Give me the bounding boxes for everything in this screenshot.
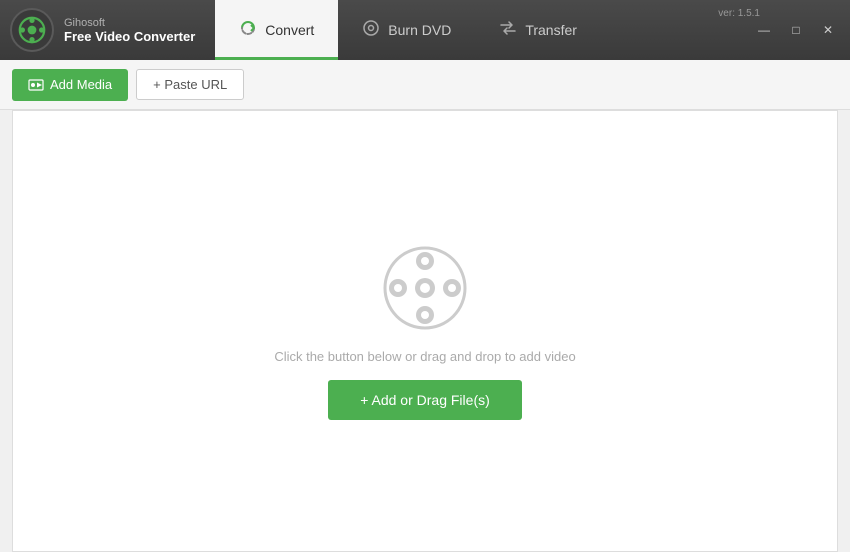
window-controls: — □ ✕ (750, 18, 842, 42)
add-media-button[interactable]: Add Media (12, 69, 128, 101)
add-drag-button[interactable]: + Add or Drag File(s) (328, 380, 522, 420)
app-title-block: Gihosoft Free Video Converter (64, 17, 195, 44)
tab-transfer-label: Transfer (525, 22, 577, 38)
tab-burn-dvd-label: Burn DVD (388, 22, 451, 38)
convert-icon (239, 19, 257, 42)
toolbar: Add Media + Paste URL (0, 60, 850, 110)
burn-dvd-icon (362, 19, 380, 42)
tab-transfer[interactable]: Transfer (475, 0, 601, 60)
film-reel-icon (380, 243, 470, 333)
minimize-button[interactable]: — (750, 18, 778, 42)
tab-convert-label: Convert (265, 22, 314, 38)
paste-url-button[interactable]: + Paste URL (136, 69, 244, 100)
drop-hint: Click the button below or drag and drop … (274, 349, 575, 364)
add-media-icon (28, 77, 44, 93)
main-content: Click the button below or drag and drop … (12, 110, 838, 552)
app-company: Gihosoft (64, 17, 195, 29)
app-logo (10, 8, 54, 52)
tab-burn-dvd[interactable]: Burn DVD (338, 0, 475, 60)
close-button[interactable]: ✕ (814, 18, 842, 42)
transfer-icon (499, 19, 517, 42)
title-bar: Gihosoft Free Video Converter Convert (0, 0, 850, 60)
app-name: Free Video Converter (64, 29, 195, 44)
tab-convert[interactable]: Convert (215, 0, 338, 60)
maximize-button[interactable]: □ (782, 18, 810, 42)
